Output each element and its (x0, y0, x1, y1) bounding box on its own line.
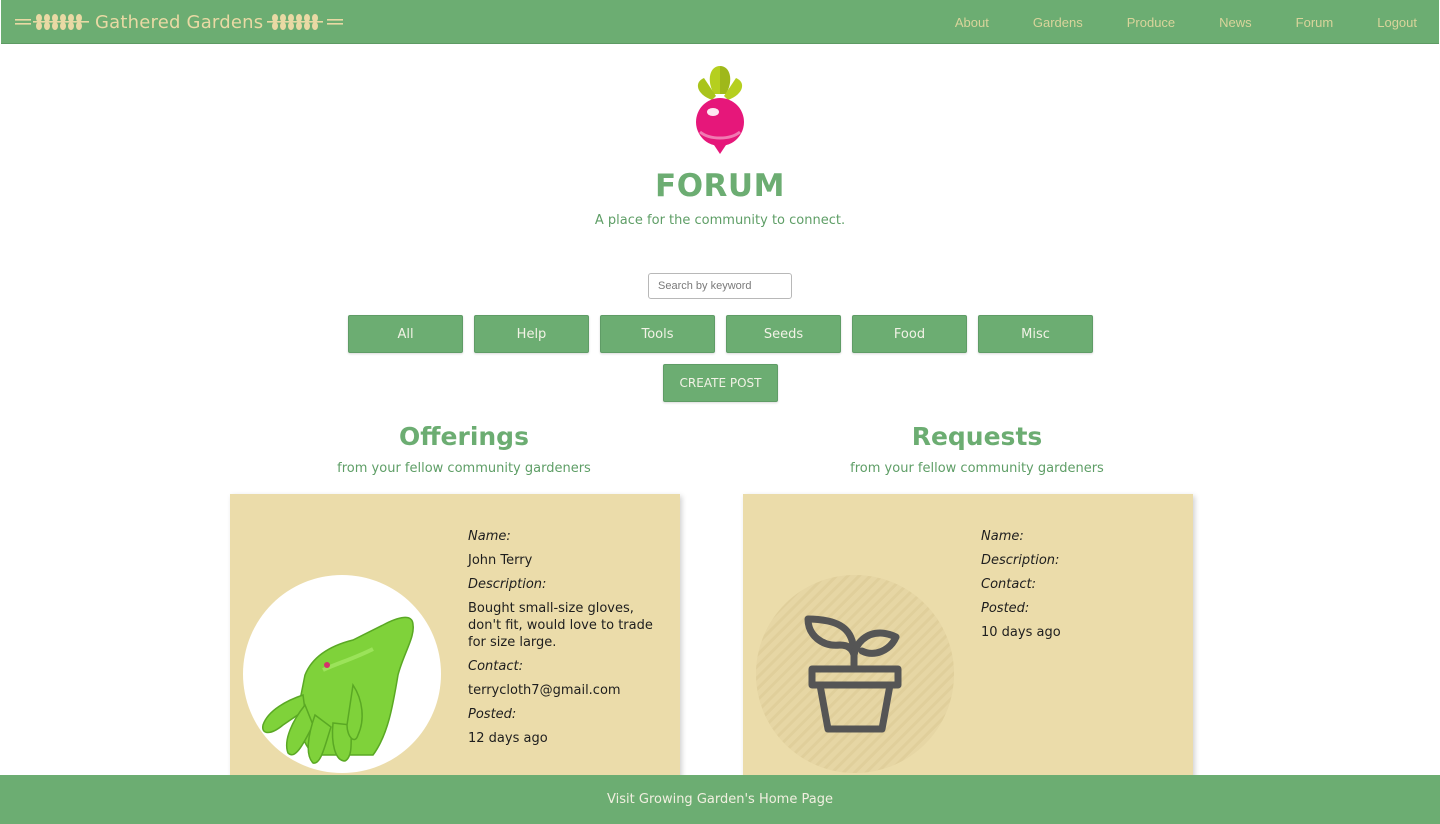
contact-label: Contact: (468, 659, 523, 674)
brand-title: Gathered Gardens (95, 11, 264, 33)
offerings-subtitle: from your fellow community gardeners (337, 461, 591, 476)
requests-subtitle: from your fellow community gardeners (850, 461, 1104, 476)
filter-all-button[interactable]: All (348, 315, 463, 353)
offering-image (243, 575, 441, 773)
nav-forum[interactable]: Forum (1296, 15, 1334, 30)
filter-misc-button[interactable]: Misc (978, 315, 1093, 353)
filter-help-button[interactable]: Help (474, 315, 589, 353)
page-subtitle: A place for the community to connect. (594, 213, 846, 228)
description-label: Description: (981, 553, 1060, 568)
footer-home-link[interactable]: Visit Growing Garden's Home Page (607, 792, 833, 807)
contact-label: Contact: (981, 577, 1036, 592)
potted-sprout-icon (756, 575, 954, 773)
wheat-left-icon (15, 14, 89, 30)
description-value: Bought small-size gloves, don't fit, wou… (468, 601, 653, 650)
offerings-title: Offerings (399, 422, 529, 451)
name-value: John Terry (468, 553, 533, 568)
filter-tools-button[interactable]: Tools (600, 315, 715, 353)
create-post-button[interactable]: CREATE POST (663, 364, 778, 402)
page-title: FORUM (655, 168, 785, 204)
offering-details: Name: John Terry Description: Bought sma… (468, 528, 668, 747)
nav-produce[interactable]: Produce (1127, 15, 1175, 30)
nav-news[interactable]: News (1219, 15, 1252, 30)
posted-value: 10 days ago (981, 625, 1061, 640)
filter-seeds-button[interactable]: Seeds (726, 315, 841, 353)
footer: Visit Growing Garden's Home Page (0, 775, 1440, 824)
green-glove-icon (262, 616, 414, 764)
wheat-right-icon (267, 14, 344, 30)
nav-about[interactable]: About (955, 15, 989, 30)
posted-label: Posted: (981, 601, 1030, 616)
name-label: Name: (981, 529, 1024, 544)
contact-value: terrycloth7@gmail.com (468, 683, 621, 698)
brand-logo[interactable]: Gathered Gardens (15, 0, 344, 44)
requests-title: Requests (911, 422, 1043, 451)
top-navbar: Gathered Gardens About Gardens Produce N… (1, 0, 1439, 44)
nav-logout[interactable]: Logout (1377, 15, 1417, 30)
name-label: Name: (468, 529, 511, 544)
request-details: Name: Description: Contact: Posted: 10 d… (981, 528, 1181, 641)
filter-food-button[interactable]: Food (852, 315, 967, 353)
posted-label: Posted: (468, 707, 517, 722)
posted-value: 12 days ago (468, 731, 548, 746)
request-card[interactable]: Name: Description: Contact: Posted: 10 d… (743, 494, 1193, 784)
radish-logo-icon (696, 66, 744, 154)
request-image (756, 575, 954, 773)
search-input[interactable] (648, 273, 792, 299)
description-label: Description: (468, 577, 547, 592)
offering-card[interactable]: Name: John Terry Description: Bought sma… (230, 494, 680, 784)
nav-links: About Gardens Produce News Forum Logout (955, 0, 1417, 44)
category-filters: All Help Tools Seeds Food Misc (348, 315, 1093, 353)
nav-gardens[interactable]: Gardens (1033, 15, 1083, 30)
